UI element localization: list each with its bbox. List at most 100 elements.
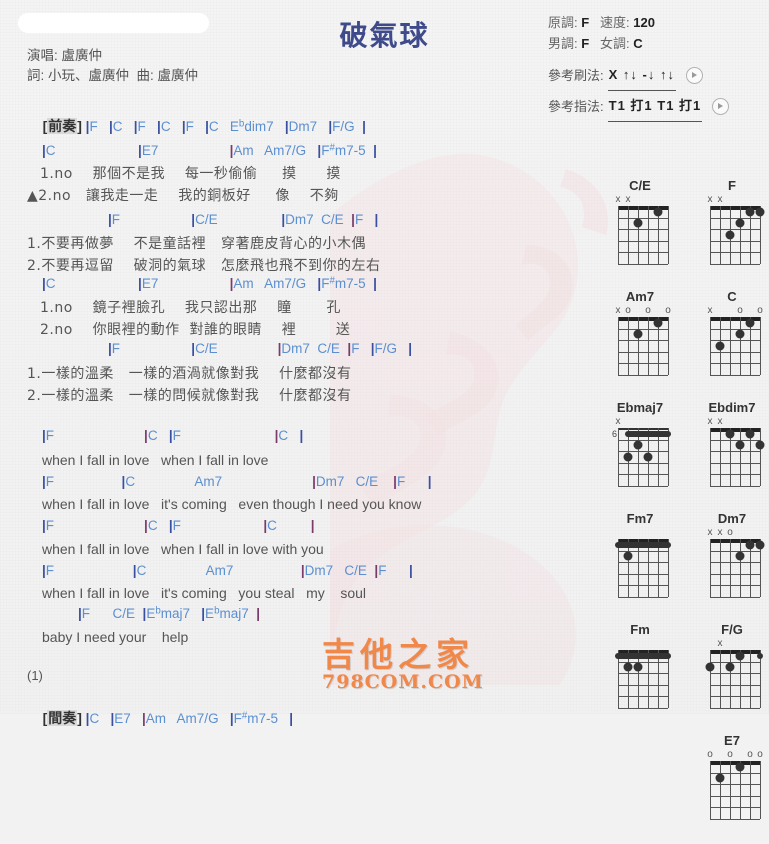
string-line [710,206,711,264]
fret-line [710,328,760,330]
fret-line [618,684,668,686]
chord-diagram-grid: xx [604,195,676,267]
meta-value-female-key: C [633,36,643,51]
chord-diagram-c[interactable]: Cx o o [696,289,768,378]
chord-string-markers: xooo [604,306,676,317]
open-string-icon: o [707,749,713,760]
fret-line [618,229,668,231]
string-line [628,317,629,375]
barre [625,430,671,437]
string-line [668,206,669,264]
chord-diagram-f-g[interactable]: F/G x [696,622,768,711]
finger-dot [755,440,765,450]
meta-label-female-key: 女調: [600,36,630,51]
finger-dot [633,662,643,672]
fret-line [618,240,668,242]
chorus-line4-chords: |F |C Am7 |Dm7 C/E |F | [42,563,413,578]
chord-diagram-name: C [727,289,737,304]
fret-line [618,351,668,353]
chord-diagram-fm7[interactable]: Fm7 [604,511,676,600]
chord-diagram-dm7[interactable]: Dm7 x x o [696,511,768,600]
string-line [720,761,721,819]
open-string-icon: o [625,305,631,316]
fretboard [618,317,669,376]
muted-string-icon: x [707,527,713,538]
chorus-line5-lyrics: baby I need your help [42,629,189,645]
chord-diagram-panel: C/E x x Fx x Am7 x o o o Cx o o Ebmaj7 x 6 Ebdim7 x x Fm7 Dm… [604,178,769,844]
fret-line [618,363,668,365]
credit-writers: 詞: 小玩、盧廣仲 曲: 盧廣仲 [27,68,199,83]
fret-line [710,784,760,786]
string-line [740,206,741,264]
string-line [618,206,619,264]
string-line [740,317,741,375]
chord-string-markers: x [696,639,768,650]
chord-diagram-name: E7 [724,733,740,748]
fret-line [710,439,760,441]
chord-diagram-c-e[interactable]: C/E x x [604,178,676,267]
play-icon[interactable] [712,98,730,115]
fret-line [710,462,760,464]
finger-dot [755,540,765,550]
chord-diagram-grid: xooo [604,306,676,378]
chord-diagram-name: Ebmaj7 [616,400,664,415]
finger-dot [725,230,735,240]
chord-diagram-spacer [604,733,676,822]
barre [615,652,671,659]
chord-diagram-name: C/E [629,178,651,193]
pattern-panel: 參考刷法: X ↑↓ -↓ ↑↓ 參考指法: T1 打1 T1 打1 [548,60,730,122]
fingerstyle-pattern-value: T1 打1 T1 打1 [607,91,703,122]
chord-diagram-ebdim7[interactable]: Ebdim7 x x [696,400,768,489]
fret-line [710,264,760,265]
fretboard: 6 [612,428,671,487]
string-line [760,761,761,819]
meta-label-male-key: 男調: [548,36,578,51]
fret-line [618,462,668,464]
chord-diagram-row: E7 o o o o [604,733,769,822]
fret-line [618,340,668,342]
finger-dot [745,318,755,328]
string-line [638,206,639,264]
finger-dot [715,773,725,783]
finger-dot [745,429,755,439]
chord-diagram-f[interactable]: Fxx [696,178,768,267]
chorus-line1-lyrics: when I fall in love when I fall in love [42,452,269,468]
fingerstyle-pattern-row: 參考指法: T1 打1 T1 打1 [548,91,730,122]
chord-diagram-grid: xx [696,417,768,489]
fret-line [710,252,760,254]
chord-diagram-name: Am7 [625,289,655,304]
chord-diagram-row: C/E x x Fx x [604,178,769,267]
finger-dot [705,662,715,672]
chord-string-markers: xx [696,195,768,206]
chord-diagram-e7[interactable]: E7 o o o o [696,733,768,822]
string-line [740,539,741,597]
meta-label-original-key: 原調: [548,15,578,30]
section-label-interlude: [間奏] [42,710,82,726]
finger-dot [623,662,633,672]
chorus-line4-lyrics: when I fall in love it's coming you stea… [42,585,367,601]
fret-line [710,585,760,587]
finger-dot [653,207,663,217]
string-line [668,317,669,375]
verse2-line2-chords: |F |C/E |Dm7 C/E |F |F/G | [108,341,412,356]
fret-line [710,573,760,575]
chord-diagram-fm[interactable]: Fm [604,622,676,711]
chord-diagram-grid: x6 [604,417,676,489]
fretboard [615,650,671,709]
finger-dot [745,540,755,550]
verse1-line1-lyric2: ▲2.no 讓我走一走 我的銅板好 像 不夠 [27,188,339,204]
chord-sheet: 破氣球 演唱: 盧廣仲 詞: 小玩、盧廣仲 曲: 盧廣仲 原調: F 速度: 1… [0,0,769,820]
chorus-line5-chords: |F C/E |Ebmaj7 |Ebmaj7 | [78,605,261,621]
play-icon[interactable] [685,67,703,84]
fret-line [618,573,668,575]
string-line [730,650,731,708]
fret-line [618,562,668,564]
fret-line [710,240,760,242]
chord-string-markers: xxo [696,528,768,539]
chord-diagram-am7[interactable]: Am7 x o o o [604,289,676,378]
chord-diagram-ebmaj7[interactable]: Ebmaj7 x 6 [604,400,676,489]
string-line [760,428,761,486]
string-line [750,650,751,708]
chord-string-markers: xx [696,417,768,428]
chord-diagram-grid: oooo [696,750,768,822]
